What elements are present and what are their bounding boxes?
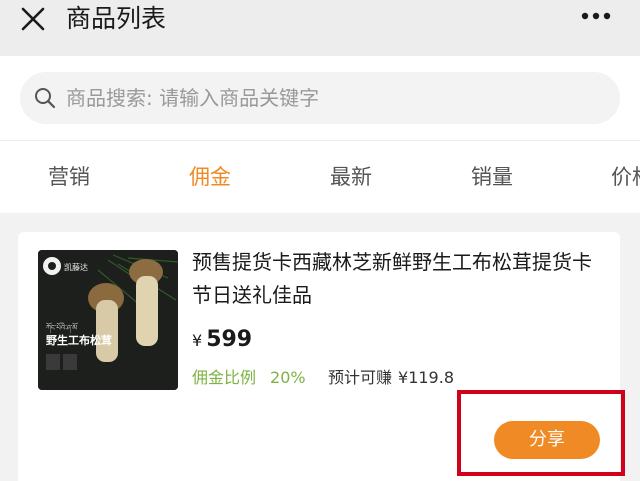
estimated-earnings: 预计可赚 ¥119.8 [328, 366, 454, 390]
commission-rate: 20% [270, 368, 306, 387]
more-dots-icon[interactable] [580, 10, 612, 22]
search-section [0, 56, 640, 140]
product-card[interactable]: 凯藤达 ཀོང་པོའི་ཤ་མོ 野生工布松茸 预售提货卡西藏林芝新鲜野生工布… [18, 232, 620, 481]
image-brand-text: 凯藤达 [64, 262, 88, 272]
tab-commission[interactable]: 佣金 [189, 141, 231, 213]
commission-label: 佣金比例 [192, 368, 257, 387]
tab-marketing[interactable]: 营销 [48, 141, 90, 213]
page-title: 商品列表 [66, 4, 167, 33]
image-product-text: 野生工布松茸 [46, 333, 112, 347]
search-box[interactable] [20, 72, 620, 124]
price-value: 599 [206, 327, 253, 352]
tab-price[interactable]: 价格 [611, 141, 640, 213]
title-bar: 商品列表 [0, 0, 640, 56]
product-title[interactable]: 预售提货卡西藏林芝新鲜野生工布松茸提货卡 节日送礼佳品 [192, 246, 602, 312]
search-icon [35, 88, 56, 109]
close-icon[interactable] [20, 6, 46, 32]
product-price: ¥599 [192, 320, 252, 361]
share-button[interactable]: 分享 [494, 421, 600, 459]
tab-newest[interactable]: 最新 [330, 141, 372, 213]
commission-info: 佣金比例 20% [192, 366, 306, 390]
earn-amount: ¥119.8 [398, 368, 454, 387]
product-image[interactable]: 凯藤达 ཀོང་པོའི་ཤ་མོ 野生工布松茸 [38, 250, 178, 390]
currency-symbol: ¥ [192, 331, 203, 350]
earn-label: 预计可赚 [328, 368, 393, 387]
tab-sales[interactable]: 销量 [471, 141, 513, 213]
search-input[interactable] [66, 72, 606, 124]
product-image-art: 凯藤达 ཀོང་པོའི་ཤ་མོ 野生工布松茸 [38, 250, 178, 390]
sort-tabs: 营销 佣金 最新 销量 价格 [0, 140, 640, 213]
